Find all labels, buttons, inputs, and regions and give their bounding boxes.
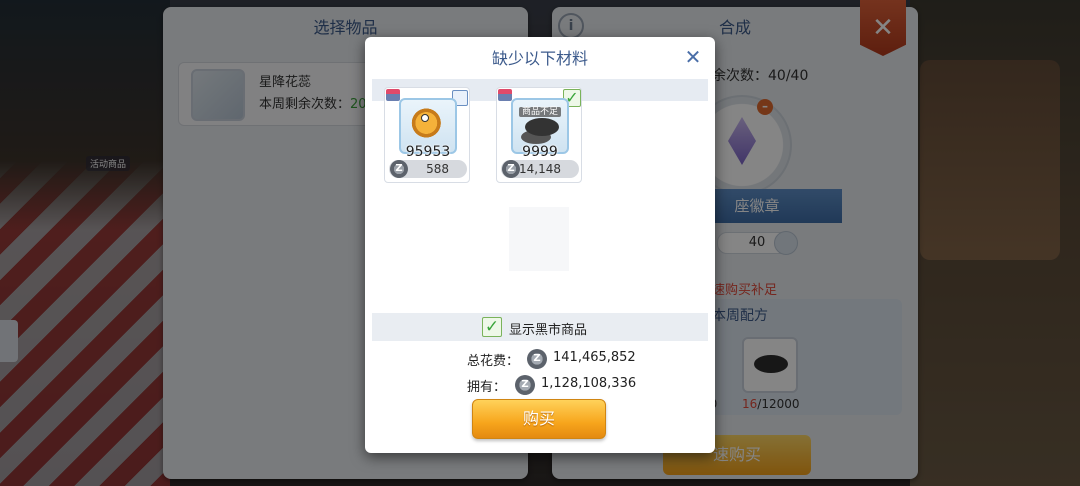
shop-icon (386, 89, 400, 101)
material-price-value: 588 (426, 162, 449, 176)
shop-icon (498, 89, 512, 101)
zeny-coin-icon: Z (515, 375, 535, 395)
material-quantity: 95953 (405, 144, 451, 160)
out-of-stock-tag: 商品不足 (513, 104, 567, 117)
material-price: Z 14,148 (501, 160, 579, 178)
fish-icon (411, 108, 445, 138)
total-cost-label: 总花费： (467, 354, 520, 369)
zeny-coin-icon: Z (502, 160, 520, 178)
material-card[interactable]: ✓ 商品不足 9999 Z 14,148 (496, 87, 582, 183)
material-quantity: 9999 (522, 144, 558, 160)
total-cost-value: 141,465,852 (553, 350, 636, 365)
total-cost-row: 总花费： Z 141,465,852 (365, 349, 715, 369)
show-black-market-checkbox[interactable]: ✓ (482, 317, 502, 337)
stone-icon (525, 118, 559, 136)
close-icon[interactable]: ✕ (683, 47, 703, 67)
out-of-stock-label: 商品不足 (518, 107, 561, 117)
empty-slot (509, 207, 569, 271)
buy-button[interactable]: 购买 (472, 399, 606, 439)
material-image: 商品不足 9999 (511, 98, 569, 160)
owned-value: 1,128,108,336 (541, 376, 637, 391)
zeny-coin-icon: Z (527, 349, 547, 369)
material-image: 95953 (399, 98, 457, 160)
dialog-title: 缺少以下材料 (491, 49, 588, 68)
fish-eye (421, 114, 429, 122)
material-price: Z 588 (389, 160, 467, 178)
missing-materials-dialog: 缺少以下材料 ✕ 95953 Z 588 ✓ 商品不足 9999 Z 14,14… (365, 37, 715, 453)
zeny-coin-icon: Z (390, 160, 408, 178)
owned-row: 拥有： Z 1,128,108,336 (365, 375, 715, 395)
material-price-value: 14,148 (519, 162, 561, 176)
owned-label: 拥有： (467, 380, 507, 395)
show-black-market-label[interactable]: 显示黑市商品 (509, 319, 587, 338)
material-card[interactable]: 95953 Z 588 (384, 87, 470, 183)
